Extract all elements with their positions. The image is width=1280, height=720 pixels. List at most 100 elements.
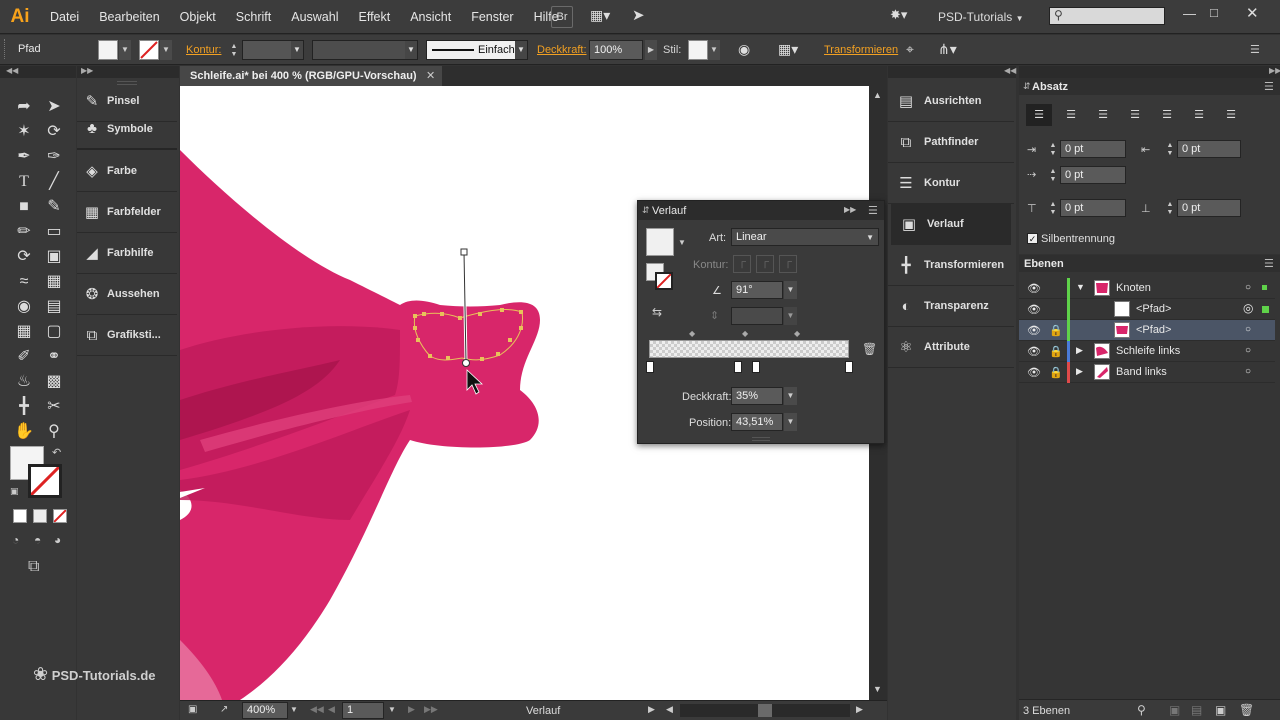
menu-auswahl[interactable]: Auswahl (281, 10, 348, 24)
dock-item-transparenz[interactable]: ◐ Transparenz (888, 286, 1014, 327)
screen-mode-icon[interactable]: ⧉ (28, 558, 39, 576)
gradient-stop-2[interactable] (734, 361, 742, 373)
panel-resize-grip[interactable] (752, 437, 770, 441)
hand-tool-icon[interactable]: ✋ (14, 422, 34, 442)
target-circle-icon[interactable]: ○ (1245, 324, 1251, 335)
rotate-tool-icon[interactable]: ⟳ (14, 247, 34, 267)
line-tool-icon[interactable]: ╱ (44, 172, 64, 192)
eraser-tool-icon[interactable]: ▭ (44, 222, 64, 242)
zoom-dropdown-icon[interactable]: ▼ (290, 705, 298, 714)
locate-object-icon[interactable]: ⚲ (1137, 703, 1146, 717)
justify-left-button[interactable]: ☰ (1122, 104, 1148, 126)
pencil-tool-icon[interactable]: ✏ (14, 222, 34, 242)
scale-tool-icon[interactable]: ▣ (44, 247, 64, 267)
opacity-arrow[interactable]: ▶ (645, 40, 657, 60)
graphic-style-swatch[interactable] (688, 40, 708, 60)
eye-icon[interactable]: 👁 (1027, 324, 1041, 337)
magic-wand-tool-icon[interactable]: ✶ (14, 122, 34, 142)
dock-item-farbe[interactable]: ◈ Farbe (77, 151, 177, 192)
deckkraft-link[interactable]: Deckkraft: (537, 44, 587, 56)
stroke-color-box[interactable] (28, 464, 62, 498)
opacity-field[interactable]: 100% (589, 40, 643, 60)
lock-icon[interactable]: 🔒 (1049, 324, 1063, 337)
stroke-within-button[interactable]: ┌ (733, 255, 751, 273)
midpoint-diamond-2[interactable]: ◆ (742, 329, 748, 338)
horizontal-scrollbar[interactable] (680, 704, 850, 717)
sync-settings-icon[interactable]: ✸▾ (890, 7, 914, 23)
menu-ansicht[interactable]: Ansicht (400, 10, 461, 24)
slice-tool-icon[interactable]: ✂ (44, 397, 64, 417)
dock-item-farbfelder[interactable]: ▦ Farbfelder (77, 192, 177, 233)
expand-icon[interactable]: ▶▶ (1269, 66, 1280, 75)
aspect-ratio-dropdown[interactable]: ▼ (784, 307, 797, 325)
mesh-tool-icon[interactable]: ▦ (14, 322, 34, 342)
layer-row-pfad-2[interactable]: 👁 🔒 <Pfad> ○ (1019, 320, 1275, 341)
draw-behind-icon[interactable]: ◓ (34, 533, 41, 547)
chevron-down-icon[interactable]: ▼ (1076, 282, 1085, 292)
fill-swatch[interactable] (98, 40, 118, 60)
space-before-stepper[interactable]: ▲ ▼ (1048, 201, 1058, 217)
brush-definition-dropdown[interactable]: Einfach ▼ (426, 40, 528, 60)
dock-item-pathfinder[interactable]: ⧉ Pathfinder (888, 122, 1014, 163)
lock-icon[interactable]: 🔒 (1049, 345, 1063, 358)
panel-menu-icon[interactable]: ☰ (868, 204, 878, 217)
gpu-performance-icon[interactable]: ➤ (632, 6, 652, 26)
scroll-right-icon[interactable]: ▶ (856, 704, 863, 715)
panel-toggle-icon[interactable]: ⇵ (1023, 81, 1031, 92)
swap-colors-icon[interactable]: ↶ (52, 446, 61, 459)
artboard-navigator-icon[interactable]: ▣ (188, 704, 197, 715)
stroke-none-swatch[interactable] (139, 40, 159, 60)
eye-icon[interactable]: 👁 (1027, 303, 1041, 316)
document-tab[interactable]: Schleife.ai* bei 400 % (RGB/GPU-Vorschau… (180, 66, 442, 86)
stop-position-field[interactable]: 43,51% (731, 413, 783, 431)
artboard-dropdown-icon[interactable]: ▼ (388, 705, 396, 714)
eye-icon[interactable]: 👁 (1027, 366, 1041, 379)
selection-tool-icon[interactable]: ➦ (14, 97, 34, 117)
expand-icon[interactable]: ▶▶ (81, 66, 93, 75)
menu-bearbeiten[interactable]: Bearbeiten (89, 10, 169, 24)
bridge-button[interactable]: Br (551, 6, 573, 28)
layer-row-schleife-links[interactable]: 👁 🔒 ▶ Schleife links ○ (1019, 341, 1275, 362)
delete-layer-icon[interactable]: 🗑 (1239, 703, 1254, 717)
angle-dropdown[interactable]: ▼ (784, 281, 797, 299)
menu-effekt[interactable]: Effekt (348, 10, 400, 24)
variable-width-profile[interactable]: ▼ (312, 40, 418, 60)
gradient-stop-3[interactable] (752, 361, 760, 373)
artboard-tool-icon[interactable]: ╋ (14, 397, 34, 417)
menu-objekt[interactable]: Objekt (170, 10, 226, 24)
gradient-preview-swatch[interactable] (646, 228, 674, 256)
gradient-mode-button[interactable] (33, 509, 47, 523)
chevron-right-icon[interactable]: ▶ (1076, 366, 1083, 377)
none-mode-button[interactable] (53, 509, 67, 523)
draw-inside-icon[interactable]: ◕ (54, 533, 61, 547)
justify-center-button[interactable]: ☰ (1154, 104, 1180, 126)
panel-toggle-icon[interactable]: ⇵ (642, 205, 650, 216)
first-line-indent-stepper[interactable]: ▲ ▼ (1048, 168, 1058, 184)
dock-item-farbhilfe[interactable]: ◢ Farbhilfe (77, 233, 177, 274)
new-layer-icon[interactable]: ▣ (1215, 703, 1226, 717)
dock-item-kontur[interactable]: ☰ Kontur (888, 163, 1014, 204)
hyphenation-checkbox[interactable]: ✓ (1027, 233, 1038, 244)
collapse-icon[interactable]: ◀◀ (1004, 66, 1016, 75)
align-to-icon[interactable]: ▦▾ (778, 41, 798, 58)
target-selected-icon[interactable]: ◎ (1243, 301, 1253, 315)
default-colors-icon[interactable]: ▣ (10, 486, 19, 497)
lasso-tool-icon[interactable]: ⟳ (44, 122, 64, 142)
space-before-field[interactable]: 0 pt (1060, 199, 1126, 217)
zoom-tool-icon[interactable]: ⚲ (44, 422, 64, 442)
gradient-slider[interactable] (649, 340, 849, 358)
search-input[interactable]: ⚲ (1049, 7, 1165, 25)
stroke-along-button[interactable]: ┌ (756, 255, 774, 273)
dock-item-symbole[interactable]: ♣ Symbole (77, 109, 177, 150)
eye-icon[interactable]: 👁 (1027, 282, 1041, 295)
symbol-sprayer-tool-icon[interactable]: ♨ (14, 372, 34, 392)
stroke-weight-field[interactable]: ▼ (242, 40, 304, 60)
make-clipping-mask-icon[interactable]: ▣ (1169, 703, 1180, 717)
direct-selection-tool-icon[interactable]: ➤ (44, 97, 64, 117)
fill-dropdown-arrow[interactable]: ▼ (119, 40, 131, 60)
artboard-number-field[interactable]: 1 (342, 702, 384, 719)
status-menu-icon[interactable]: ▶ (648, 704, 655, 715)
layer-row-knoten[interactable]: 👁 ▼ Knoten ○ (1019, 278, 1275, 299)
gradient-start-handle[interactable] (460, 248, 468, 256)
left-indent-field[interactable]: 0 pt (1060, 140, 1126, 158)
